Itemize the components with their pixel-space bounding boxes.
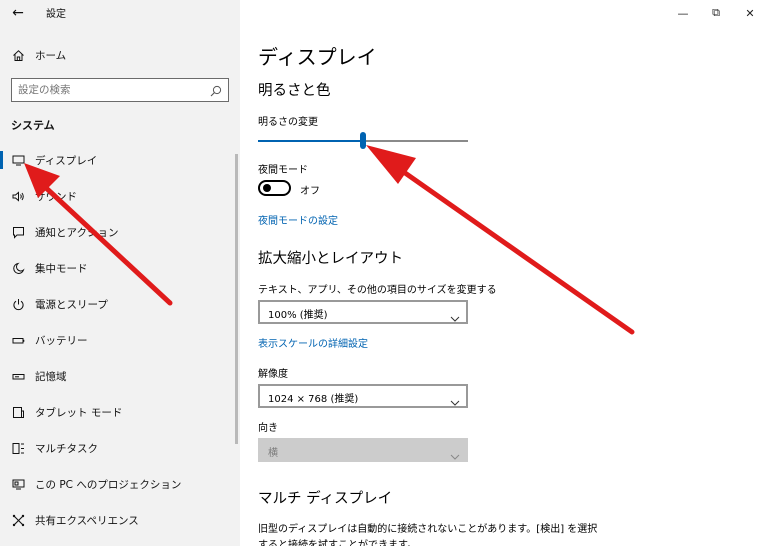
brightness-slider[interactable] [258, 132, 468, 149]
sidebar-item-label: バッテリー [35, 335, 88, 347]
resolution-dropdown-value: 1024 × 768 (推奨) [268, 394, 359, 405]
toggle-knob [263, 184, 271, 192]
advanced-scaling-link[interactable]: 表示スケールの詳細設定 [258, 335, 368, 350]
resolution-label: 解像度 [258, 369, 288, 380]
brightness-slider-fill [258, 140, 363, 142]
sidebar-item-focus[interactable]: 集中モード [0, 253, 240, 283]
tablet-icon [10, 404, 26, 420]
chevron-down-icon [450, 308, 460, 322]
sidebar-item-label: サウンド [35, 191, 77, 203]
sidebar: ← 設定 ホーム システム ディスプレイ [0, 0, 240, 546]
power-icon [10, 296, 26, 312]
search-icon[interactable] [209, 83, 223, 97]
orientation-dropdown[interactable]: 横 [258, 438, 468, 462]
resolution-dropdown[interactable]: 1024 × 768 (推奨) [258, 384, 468, 408]
home-icon [10, 47, 26, 63]
sidebar-item-label: ホーム [35, 50, 67, 62]
sidebar-scrollbar[interactable] [235, 154, 238, 444]
storage-icon [10, 368, 26, 384]
sidebar-item-shared-experiences[interactable]: 共有エクスペリエンス [0, 505, 240, 535]
sidebar-item-label: 共有エクスペリエンス [35, 515, 139, 527]
sidebar-item-display[interactable]: ディスプレイ [0, 145, 240, 175]
multi-display-description: 旧型のディスプレイは自動的に接続されないことがあります。[検出] を選択すると接… [258, 524, 598, 546]
orientation-dropdown-value: 横 [268, 448, 278, 459]
brightness-heading: 明るさと色 [258, 83, 331, 99]
sidebar-item-label: ディスプレイ [35, 155, 98, 167]
sidebar-item-label: マルチタスク [35, 443, 98, 455]
size-label: テキスト、アプリ、その他の項目のサイズを変更する [258, 285, 497, 296]
search-field[interactable] [11, 78, 229, 102]
sidebar-item-storage[interactable]: 記憶域 [0, 361, 240, 391]
scale-layout-heading: 拡大縮小とレイアウト [258, 251, 403, 267]
multitask-icon [10, 440, 26, 456]
chevron-down-icon [450, 446, 460, 460]
sidebar-item-label: この PC へのプロジェクション [35, 479, 182, 491]
notification-icon [10, 224, 26, 240]
sidebar-item-home[interactable]: ホーム [0, 42, 240, 68]
sidebar-item-notifications[interactable]: 通知とアクション [0, 217, 240, 247]
selected-indicator [0, 151, 3, 169]
orientation-label: 向き [258, 423, 278, 434]
app-title: 設定 [46, 9, 66, 20]
scale-dropdown-value: 100% (推奨) [268, 310, 328, 321]
main-content: ディスプレイ 明るさと色 明るさの変更 夜間モード オフ 夜間モードの設定 拡大… [240, 0, 768, 546]
sidebar-item-label: 通知とアクション [35, 227, 119, 239]
night-mode-settings-link[interactable]: 夜間モードの設定 [258, 212, 338, 227]
night-mode-toggle[interactable] [258, 180, 291, 196]
speaker-icon [10, 188, 26, 204]
night-mode-state: オフ [300, 186, 320, 197]
sidebar-item-label: 電源とスリープ [35, 299, 108, 311]
sidebar-item-power[interactable]: 電源とスリープ [0, 289, 240, 319]
sidebar-item-label: 集中モード [35, 263, 88, 275]
settings-window: ← 設定 ホーム システム ディスプレイ [0, 0, 768, 546]
sidebar-item-sound[interactable]: サウンド [0, 181, 240, 211]
monitor-icon [10, 152, 26, 168]
sidebar-item-label: 記憶域 [35, 371, 67, 383]
battery-icon [10, 332, 26, 348]
brightness-label: 明るさの変更 [258, 117, 318, 128]
sidebar-item-projection[interactable]: この PC へのプロジェクション [0, 469, 240, 499]
scale-dropdown[interactable]: 100% (推奨) [258, 300, 468, 324]
sidebar-item-tablet[interactable]: タブレット モード [0, 397, 240, 427]
projection-icon [10, 476, 26, 492]
brightness-slider-thumb[interactable] [360, 132, 366, 149]
night-mode-label: 夜間モード [258, 165, 308, 176]
back-button[interactable]: ← [8, 3, 28, 23]
shared-experience-icon [10, 512, 26, 528]
section-heading-system: システム [11, 119, 55, 132]
sidebar-item-label: タブレット モード [35, 407, 123, 419]
multi-display-heading: マルチ ディスプレイ [258, 491, 393, 507]
moon-icon [10, 260, 26, 276]
page-title: ディスプレイ [258, 45, 377, 69]
chevron-down-icon [450, 392, 460, 406]
sidebar-item-battery[interactable]: バッテリー [0, 325, 240, 355]
search-input[interactable] [18, 82, 204, 98]
title-bar: ← 設定 [0, 0, 240, 26]
sidebar-item-multitasking[interactable]: マルチタスク [0, 433, 240, 463]
